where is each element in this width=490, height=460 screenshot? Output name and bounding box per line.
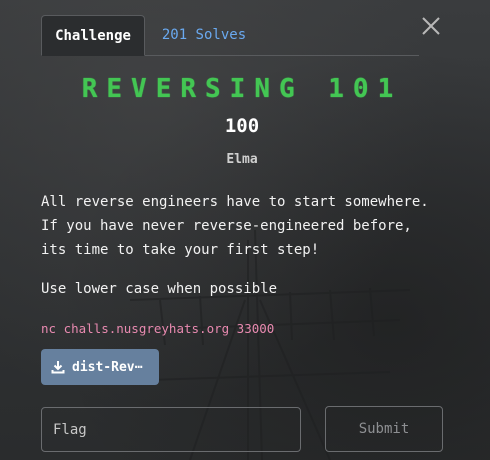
tab-challenge[interactable]: Challenge (41, 15, 145, 56)
submit-button[interactable]: Submit (325, 406, 443, 452)
download-file-button[interactable]: dist-Rev⋯ (41, 349, 159, 385)
challenge-description: All reverse engineers have to start some… (41, 190, 441, 316)
tab-bar: Challenge 201 Solves (41, 15, 419, 56)
challenge-title: REVERSING 101 (81, 74, 403, 104)
tab-solves[interactable]: 201 Solves (149, 15, 259, 56)
close-button[interactable] (419, 14, 443, 38)
connection-command: nc challs.nusgreyhats.org 33000 (41, 321, 275, 336)
flag-input[interactable] (41, 407, 301, 452)
close-icon (422, 17, 440, 35)
challenge-points: 100 (224, 115, 260, 137)
description-paragraph: Use lower case when possible (41, 281, 278, 297)
challenge-author: Elma (226, 152, 258, 167)
download-file-label: dist-Rev⋯ (72, 359, 143, 375)
download-icon (51, 361, 65, 374)
description-paragraph: All reverse engineers have to start some… (41, 194, 429, 258)
